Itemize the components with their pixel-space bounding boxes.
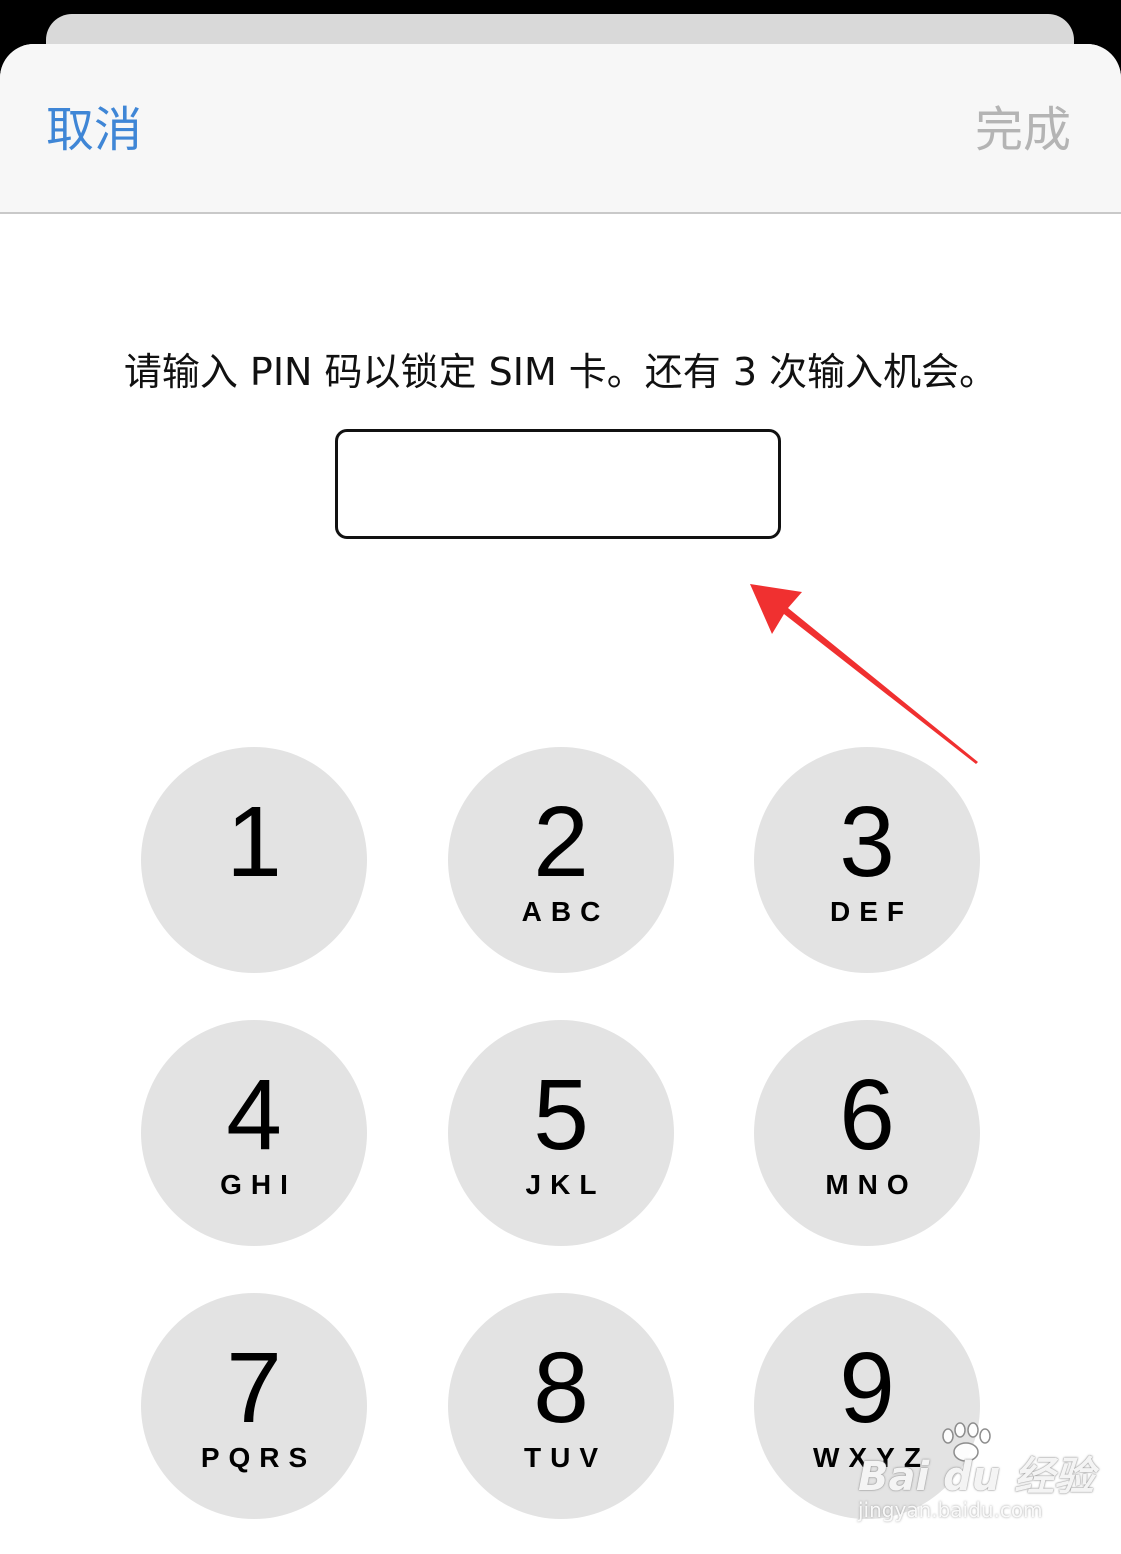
- key-digit: 4: [226, 1059, 282, 1171]
- red-arrow-icon: [750, 584, 978, 764]
- key-letters: DEF: [830, 896, 913, 927]
- keypad-key-7[interactable]: 7 PQRS: [141, 1293, 367, 1519]
- key-digit: 6: [839, 1059, 895, 1171]
- keypad-key-3[interactable]: 3 DEF: [754, 747, 980, 973]
- pin-input[interactable]: [335, 429, 781, 539]
- key-letters: TUV: [524, 1442, 607, 1473]
- keypad-key-1[interactable]: 1: [141, 747, 367, 973]
- key-letters: GHI: [220, 1169, 297, 1200]
- done-button[interactable]: 完成: [975, 100, 1071, 160]
- cancel-button[interactable]: 取消: [46, 100, 142, 160]
- key-letters: JKL: [525, 1169, 606, 1200]
- key-digit: 1: [226, 786, 282, 898]
- keypad-key-6[interactable]: 6 MNO: [754, 1020, 980, 1246]
- key-digit: 7: [226, 1332, 282, 1444]
- key-letters: PQRS: [200, 1442, 317, 1473]
- watermark-logo-text: Bai du 经验: [858, 1454, 1095, 1500]
- keypad-key-4[interactable]: 4 GHI: [141, 1020, 367, 1246]
- keypad-key-8[interactable]: 8 TUV: [448, 1293, 674, 1519]
- keypad-key-2[interactable]: 2 ABC: [448, 747, 674, 973]
- key-letters: ABC: [521, 896, 610, 927]
- key-digit: 5: [533, 1059, 589, 1171]
- key-digit: 8: [533, 1332, 589, 1444]
- keypad-key-5[interactable]: 5 JKL: [448, 1020, 674, 1246]
- key-digit: 2: [533, 786, 589, 898]
- key-letters: MNO: [825, 1169, 918, 1200]
- key-digit: 3: [839, 786, 895, 898]
- pin-prompt-text: 请输入 PIN 码以锁定 SIM 卡。还有 3 次输入机会。: [123, 350, 998, 394]
- navigation-bar: 取消 完成: [0, 44, 1121, 214]
- baidu-watermark: Bai du 经验 jingyan.baidu.com: [858, 1422, 1094, 1528]
- watermark-url: jingyan.baidu.com: [858, 1498, 1043, 1522]
